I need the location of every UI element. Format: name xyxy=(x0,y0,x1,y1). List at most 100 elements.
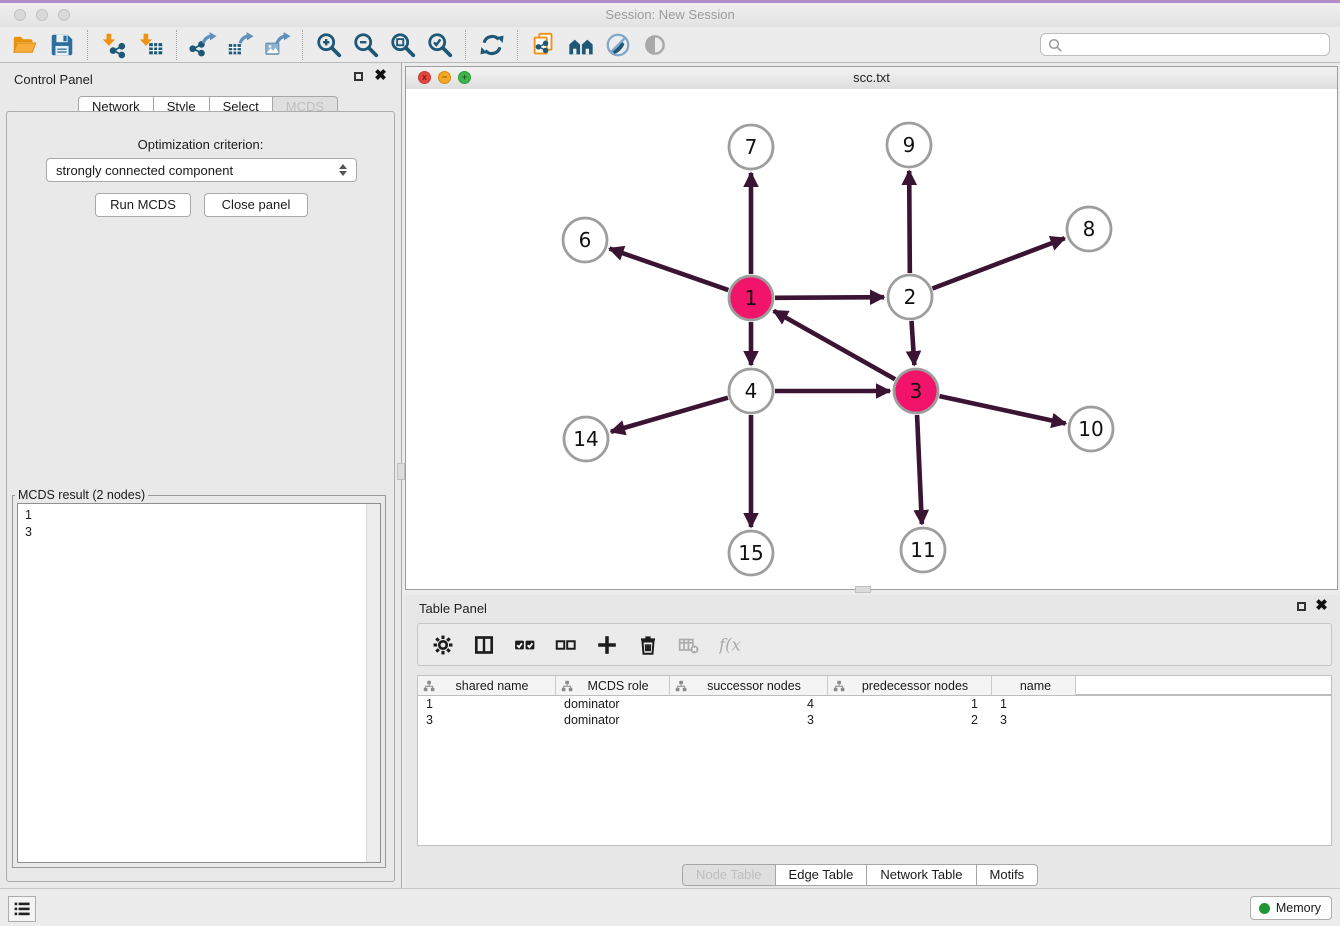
zoom-selected-button[interactable] xyxy=(421,28,458,62)
fx-button: f(x) xyxy=(717,632,743,658)
status-bar: Memory xyxy=(0,888,1340,926)
first-neighbors-icon xyxy=(567,31,595,59)
first-neighbors-button[interactable] xyxy=(562,28,599,62)
search-box[interactable] xyxy=(1040,33,1330,56)
select-all-button[interactable] xyxy=(512,632,538,658)
graph-node-label-1: 1 xyxy=(745,286,758,310)
table-tab-network-table[interactable]: Network Table xyxy=(867,864,976,886)
graph-node-label-3: 3 xyxy=(910,379,923,403)
close-panel-button[interactable]: Close panel xyxy=(204,193,308,217)
cell-successor-nodes[interactable]: 3 xyxy=(670,713,828,727)
toolbar-separator xyxy=(176,30,177,60)
edge-2-3[interactable] xyxy=(912,321,915,365)
import-network-button[interactable] xyxy=(95,28,132,62)
cell-name[interactable]: 1 xyxy=(992,697,1076,711)
graph-node-label-15: 15 xyxy=(738,541,763,565)
horizontal-splitter-handle[interactable] xyxy=(855,586,871,593)
show-hide-button[interactable] xyxy=(636,28,673,62)
table-close-panel-icon[interactable]: ✖ xyxy=(1315,599,1328,612)
close-panel-icon[interactable]: ✖ xyxy=(374,69,387,82)
edge-1-6[interactable] xyxy=(610,249,729,291)
column-header-predecessor-nodes[interactable]: predecessor nodes xyxy=(828,676,992,695)
refresh-layout-button[interactable] xyxy=(473,28,510,62)
column-header-MCDS-role[interactable]: MCDS role xyxy=(556,676,670,695)
graph-node-label-8: 8 xyxy=(1083,217,1096,241)
svg-text:f(x): f(x) xyxy=(719,635,741,654)
deselect-button[interactable] xyxy=(553,632,579,658)
edge-3-10[interactable] xyxy=(939,396,1065,423)
open-folder-button[interactable] xyxy=(6,28,43,62)
cell-shared-name[interactable]: 3 xyxy=(418,713,556,727)
new-network-from-selection-button[interactable] xyxy=(525,28,562,62)
table-panel: Table Panel ✖ f(x) shared nameMCDS roles… xyxy=(405,595,1340,888)
edge-4-14[interactable] xyxy=(611,398,728,432)
list-icon xyxy=(12,899,32,919)
cell-MCDS-role[interactable]: dominator xyxy=(556,713,670,727)
zoom-fit-button[interactable] xyxy=(384,28,421,62)
edge-2-8[interactable] xyxy=(932,238,1064,288)
task-history-button[interactable] xyxy=(8,896,36,922)
toggle-graphics-details-button[interactable] xyxy=(599,28,636,62)
zoom-out-icon xyxy=(352,31,380,59)
cell-name[interactable]: 3 xyxy=(992,713,1076,727)
gear-button[interactable] xyxy=(430,632,456,658)
network-minimize-icon[interactable]: − xyxy=(438,71,451,84)
network-canvas[interactable]: 7968124314101511 xyxy=(406,89,1337,589)
export-table-icon xyxy=(226,31,254,59)
network-window-titlebar[interactable]: x − + scc.txt xyxy=(406,67,1337,90)
cell-MCDS-role[interactable]: dominator xyxy=(556,697,670,711)
column-header-successor-nodes[interactable]: successor nodes xyxy=(670,676,828,695)
network-close-icon[interactable]: x xyxy=(418,71,431,84)
cell-predecessor-nodes[interactable]: 1 xyxy=(828,697,992,711)
add-icon xyxy=(596,634,618,656)
mcds-result-textarea[interactable]: 1 3 xyxy=(17,503,381,863)
float-panel-icon[interactable] xyxy=(354,72,363,81)
trash-icon xyxy=(637,634,659,656)
export-image-button[interactable] xyxy=(258,28,295,62)
column-header-shared-name[interactable]: shared name xyxy=(418,676,556,695)
add-button[interactable] xyxy=(594,632,620,658)
cell-successor-nodes[interactable]: 4 xyxy=(670,697,828,711)
result-scrollbar[interactable] xyxy=(366,504,380,862)
cell-predecessor-nodes[interactable]: 2 xyxy=(828,713,992,727)
fx-icon: f(x) xyxy=(719,634,741,656)
table-tab-node-table[interactable]: Node Table xyxy=(682,864,776,886)
table-float-panel-icon[interactable] xyxy=(1297,602,1306,611)
cell-shared-name[interactable]: 1 xyxy=(418,697,556,711)
column-header-name[interactable]: name xyxy=(992,676,1076,695)
export-table-button[interactable] xyxy=(221,28,258,62)
edge-3-1[interactable] xyxy=(774,311,895,379)
table-row-1[interactable]: 1dominator411 xyxy=(418,696,1331,712)
edge-3-11[interactable] xyxy=(917,415,922,524)
optimization-criterion-select[interactable]: strongly connected component xyxy=(46,158,357,182)
network-view-window: x − + scc.txt 7968124314101511 xyxy=(405,66,1338,590)
zoom-fit-icon xyxy=(389,31,417,59)
zoom-in-button[interactable] xyxy=(310,28,347,62)
edge-1-2[interactable] xyxy=(775,297,884,298)
edge-2-9[interactable] xyxy=(909,171,910,273)
run-mcds-button[interactable]: Run MCDS xyxy=(95,193,191,217)
search-input[interactable] xyxy=(1067,37,1322,53)
table-tab-edge-table[interactable]: Edge Table xyxy=(776,864,868,886)
search-icon xyxy=(1048,38,1062,52)
columns-button[interactable] xyxy=(471,632,497,658)
column-header-filler xyxy=(1076,676,1331,695)
table-tab-motifs[interactable]: Motifs xyxy=(977,864,1039,886)
vertical-splitter-handle[interactable] xyxy=(397,463,405,480)
zoom-selected-icon xyxy=(426,31,454,59)
zoom-out-button[interactable] xyxy=(347,28,384,62)
trash-button[interactable] xyxy=(635,632,661,658)
save-button[interactable] xyxy=(43,28,80,62)
network-maximize-icon[interactable]: + xyxy=(458,71,471,84)
export-network-icon xyxy=(189,31,217,59)
import-table-button[interactable] xyxy=(132,28,169,62)
table-row-2[interactable]: 3dominator323 xyxy=(418,712,1331,728)
zoom-in-icon xyxy=(315,31,343,59)
export-network-button[interactable] xyxy=(184,28,221,62)
toggle-graphics-details-icon xyxy=(604,31,632,59)
network-graph[interactable]: 7968124314101511 xyxy=(406,89,1337,589)
refresh-layout-icon xyxy=(478,31,506,59)
graph-node-label-6: 6 xyxy=(579,228,592,252)
memory-button[interactable]: Memory xyxy=(1250,896,1332,920)
titlebar: Session: New Session xyxy=(0,3,1340,27)
